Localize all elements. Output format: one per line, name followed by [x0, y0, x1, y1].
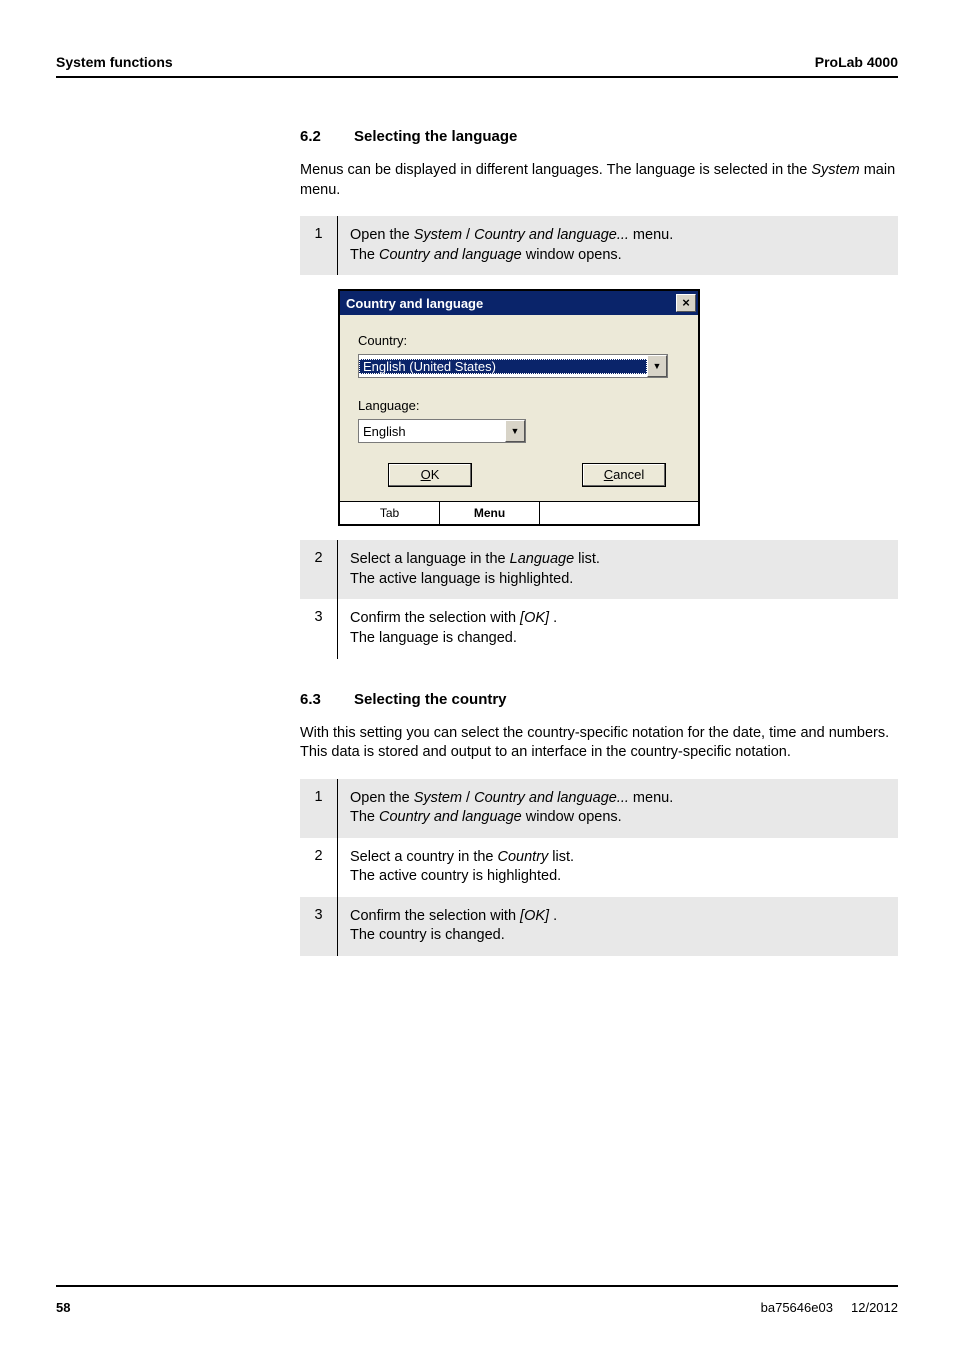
step-63-2: 2 Select a country in the Country list.T…	[300, 838, 898, 897]
step-62-3: 3 Confirm the selection with [OK] .The l…	[300, 599, 898, 658]
country-combo-value: English (United States)	[359, 359, 647, 374]
ok-button[interactable]: OK	[388, 463, 472, 487]
footer-rule	[56, 1285, 898, 1287]
language-combo-value: English	[359, 424, 505, 439]
language-combo[interactable]: English ▼	[358, 419, 526, 443]
section-heading-62: 6.2Selecting the language	[300, 128, 898, 145]
step-62-2: 2 Select a language in the Language list…	[300, 540, 898, 599]
section-heading-63: 6.3Selecting the country	[300, 691, 898, 708]
menu-button[interactable]: Menu	[440, 502, 540, 524]
page-footer: 58 ba75646e03 12/2012	[56, 1300, 898, 1315]
doc-id: ba75646e03	[761, 1300, 833, 1315]
dialog-country-and-language: Country and language × Country: English …	[338, 289, 700, 526]
step-62-1: 1 Open the System / Country and language…	[300, 216, 898, 275]
close-icon[interactable]: ×	[676, 294, 696, 312]
country-combo[interactable]: English (United States) ▼	[358, 354, 668, 378]
cancel-button[interactable]: Cancel	[582, 463, 666, 487]
doc-date: 12/2012	[851, 1300, 898, 1315]
chevron-down-icon[interactable]: ▼	[505, 420, 525, 442]
tab-button[interactable]: Tab	[340, 502, 440, 524]
page-header: System functions ProLab 4000	[56, 54, 898, 78]
dialog-titlebar: Country and language ×	[340, 291, 698, 315]
step-63-3: 3 Confirm the selection with [OK] .The c…	[300, 897, 898, 956]
page-number: 58	[56, 1300, 70, 1315]
dialog-tabs: Tab Menu	[340, 501, 698, 524]
header-right: ProLab 4000	[815, 54, 898, 70]
section-62-intro: Menus can be displayed in different lang…	[300, 161, 898, 200]
chevron-down-icon[interactable]: ▼	[647, 355, 667, 377]
dialog-title: Country and language	[346, 296, 483, 311]
language-label: Language:	[358, 398, 680, 413]
section-63-intro: With this setting you can select the cou…	[300, 724, 898, 763]
header-left: System functions	[56, 54, 173, 70]
country-label: Country:	[358, 333, 680, 348]
step-63-1: 1 Open the System / Country and language…	[300, 779, 898, 838]
